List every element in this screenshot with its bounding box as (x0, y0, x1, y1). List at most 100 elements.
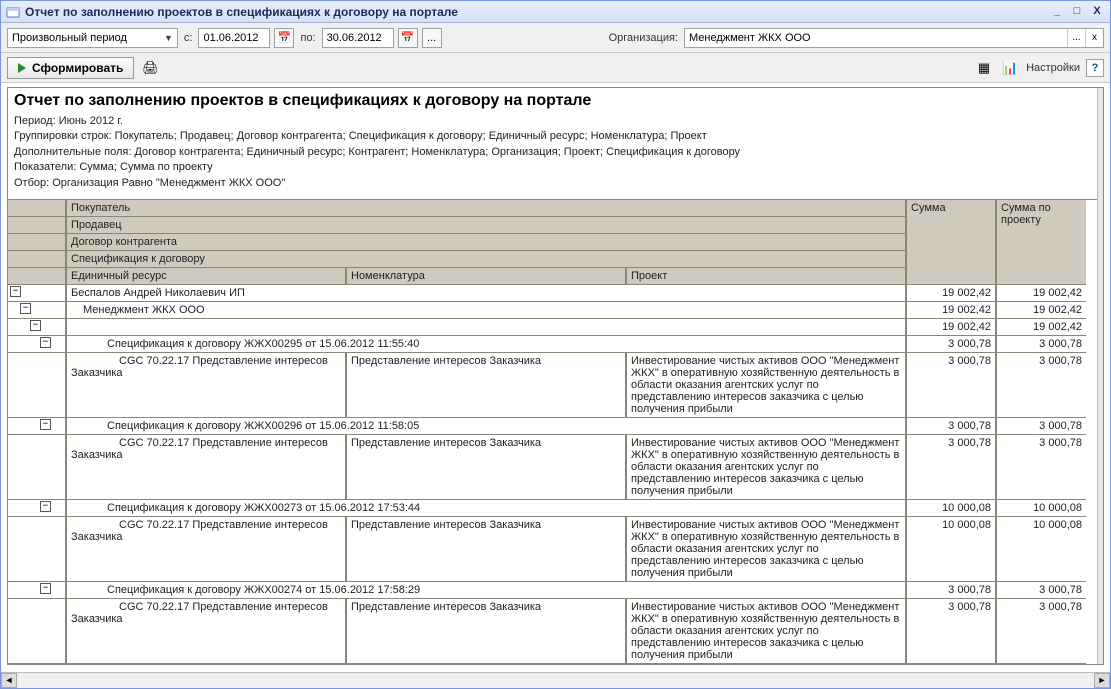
vertical-scroll-strip (1097, 88, 1103, 664)
sum-project-cell: 10 000,08 (996, 517, 1086, 582)
sum-cell: 19 002,42 (906, 302, 996, 319)
report-icon[interactable]: 📊 (1000, 58, 1020, 78)
sum-project-cell: 19 002,42 (996, 319, 1086, 336)
tree-cell: − (8, 319, 66, 336)
sum-project-cell: 19 002,42 (996, 302, 1086, 319)
header-spec: Спецификация к договору (66, 251, 906, 268)
tree-cell: − (8, 302, 66, 319)
tree-cell (8, 517, 66, 582)
scroll-left-icon[interactable]: ◄ (1, 673, 17, 688)
org-input[interactable]: Менеджмент ЖКХ ООО ... x (684, 28, 1104, 48)
resource-cell: CGC 70.22.17 Представление интересов Зак… (66, 599, 346, 664)
group-text: Спецификация к договору ЖЖХ00296 от 15.0… (66, 418, 906, 435)
settings-button[interactable]: Настройки (1026, 62, 1080, 74)
sum-cell: 10 000,08 (906, 500, 996, 517)
resource-cell: CGC 70.22.17 Представление интересов Зак… (66, 517, 346, 582)
tree-cell (8, 599, 66, 664)
header-buyer: Покупатель (66, 200, 906, 217)
header-sum-project: Сумма по проекту (996, 200, 1086, 285)
collapse-toggle[interactable]: − (10, 286, 21, 297)
play-icon (18, 63, 26, 73)
resource-cell: CGC 70.22.17 Представление интересов Зак… (66, 353, 346, 418)
tree-cell: − (8, 500, 66, 517)
report-area[interactable]: Отчет по заполнению проектов в специфика… (1, 83, 1110, 672)
date-to-input[interactable]: 30.06.2012 (322, 28, 394, 48)
sum-project-cell: 3 000,78 (996, 435, 1086, 500)
calendar-from-icon[interactable]: 📅 (274, 28, 294, 48)
group-text: Спецификация к договору ЖЖХ00273 от 15.0… (66, 500, 906, 517)
group-text: Спецификация к договору ЖЖХ00274 от 15.0… (66, 582, 906, 599)
resource-cell: CGC 70.22.17 Представление интересов Зак… (66, 435, 346, 500)
tree-cell: − (8, 336, 66, 353)
report-grid: Покупатель Сумма Сумма по проекту Продав… (8, 200, 1103, 664)
header-contract: Договор контрагента (66, 234, 906, 251)
sum-cell: 19 002,42 (906, 319, 996, 336)
collapse-toggle[interactable]: − (30, 320, 41, 331)
minimize-button[interactable]: _ (1048, 4, 1066, 20)
project-cell: Инвестирование чистых активов ООО "Менед… (626, 353, 906, 418)
report-indicators: Показатели: Сумма; Сумма по проекту (14, 160, 1097, 175)
tree-cell: − (8, 582, 66, 599)
report-header: Отчет по заполнению проектов в специфика… (8, 88, 1103, 200)
org-clear-button[interactable]: x (1085, 29, 1103, 47)
org-value: Менеджмент ЖКХ ООО (685, 32, 1067, 44)
generate-button[interactable]: Сформировать (7, 57, 134, 79)
generate-label: Сформировать (32, 61, 123, 75)
window-buttons: _ □ X (1048, 4, 1106, 20)
header-project: Проект (626, 268, 906, 285)
print-icon[interactable]: 🖨 (140, 58, 160, 78)
grid-icon[interactable]: ▦ (974, 58, 994, 78)
sum-project-cell: 3 000,78 (996, 599, 1086, 664)
tree-cell (8, 353, 66, 418)
tree-cell: − (8, 418, 66, 435)
report-extrafields: Дополнительные поля: Договор контрагента… (14, 145, 1097, 160)
sum-cell: 3 000,78 (906, 353, 996, 418)
nom-cell: Представление интересов Заказчика (346, 599, 626, 664)
titlebar: Отчет по заполнению проектов в специфика… (1, 1, 1110, 23)
group-text: Беспалов Андрей Николаевич ИП (66, 285, 906, 302)
sum-project-cell: 3 000,78 (996, 582, 1086, 599)
scroll-right-icon[interactable]: ► (1094, 673, 1110, 688)
action-toolbar: Сформировать 🖨 ▦ 📊 Настройки ? (1, 53, 1110, 83)
collapse-toggle[interactable]: − (20, 303, 31, 314)
report-title: Отчет по заполнению проектов в специфика… (14, 92, 1097, 110)
horizontal-scrollbar[interactable]: ◄ ► (1, 672, 1110, 688)
header-sum: Сумма (906, 200, 996, 285)
help-button[interactable]: ? (1086, 59, 1104, 77)
filter-toolbar: Произвольный период ▼ с: 01.06.2012 📅 по… (1, 23, 1110, 53)
date-from-input[interactable]: 01.06.2012 (198, 28, 270, 48)
sum-cell: 19 002,42 (906, 285, 996, 302)
org-label: Организация: (609, 32, 678, 44)
scroll-track[interactable] (17, 673, 1094, 688)
from-label: с: (184, 32, 193, 44)
sum-cell: 3 000,78 (906, 418, 996, 435)
calendar-to-icon[interactable]: 📅 (398, 28, 418, 48)
header-resource: Единичный ресурс (66, 268, 346, 285)
org-select-button[interactable]: ... (1067, 29, 1085, 47)
collapse-toggle[interactable]: − (40, 501, 51, 512)
tree-cell (8, 435, 66, 500)
period-dropdown[interactable]: Произвольный период ▼ (7, 28, 178, 48)
group-text: Менеджмент ЖКХ ООО (66, 302, 906, 319)
chevron-down-icon: ▼ (162, 33, 175, 43)
sum-cell: 10 000,08 (906, 517, 996, 582)
period-more-button[interactable]: ... (422, 28, 442, 48)
project-cell: Инвестирование чистых активов ООО "Менед… (626, 435, 906, 500)
to-label: по: (300, 32, 315, 44)
sum-project-cell: 19 002,42 (996, 285, 1086, 302)
sum-project-cell: 3 000,78 (996, 336, 1086, 353)
maximize-button[interactable]: □ (1068, 4, 1086, 20)
app-icon (5, 4, 21, 20)
collapse-toggle[interactable]: − (40, 583, 51, 594)
report-groups: Группировки строк: Покупатель; Продавец;… (14, 129, 1097, 144)
nom-cell: Представление интересов Заказчика (346, 353, 626, 418)
report-selection: Отбор: Организация Равно "Менеджмент ЖКХ… (14, 176, 1097, 191)
window-title: Отчет по заполнению проектов в специфика… (25, 5, 1048, 19)
sum-cell: 3 000,78 (906, 599, 996, 664)
close-button[interactable]: X (1088, 4, 1106, 20)
sum-cell: 3 000,78 (906, 582, 996, 599)
period-value: Произвольный период (12, 32, 162, 44)
collapse-toggle[interactable]: − (40, 337, 51, 348)
sum-project-cell: 3 000,78 (996, 418, 1086, 435)
collapse-toggle[interactable]: − (40, 419, 51, 430)
